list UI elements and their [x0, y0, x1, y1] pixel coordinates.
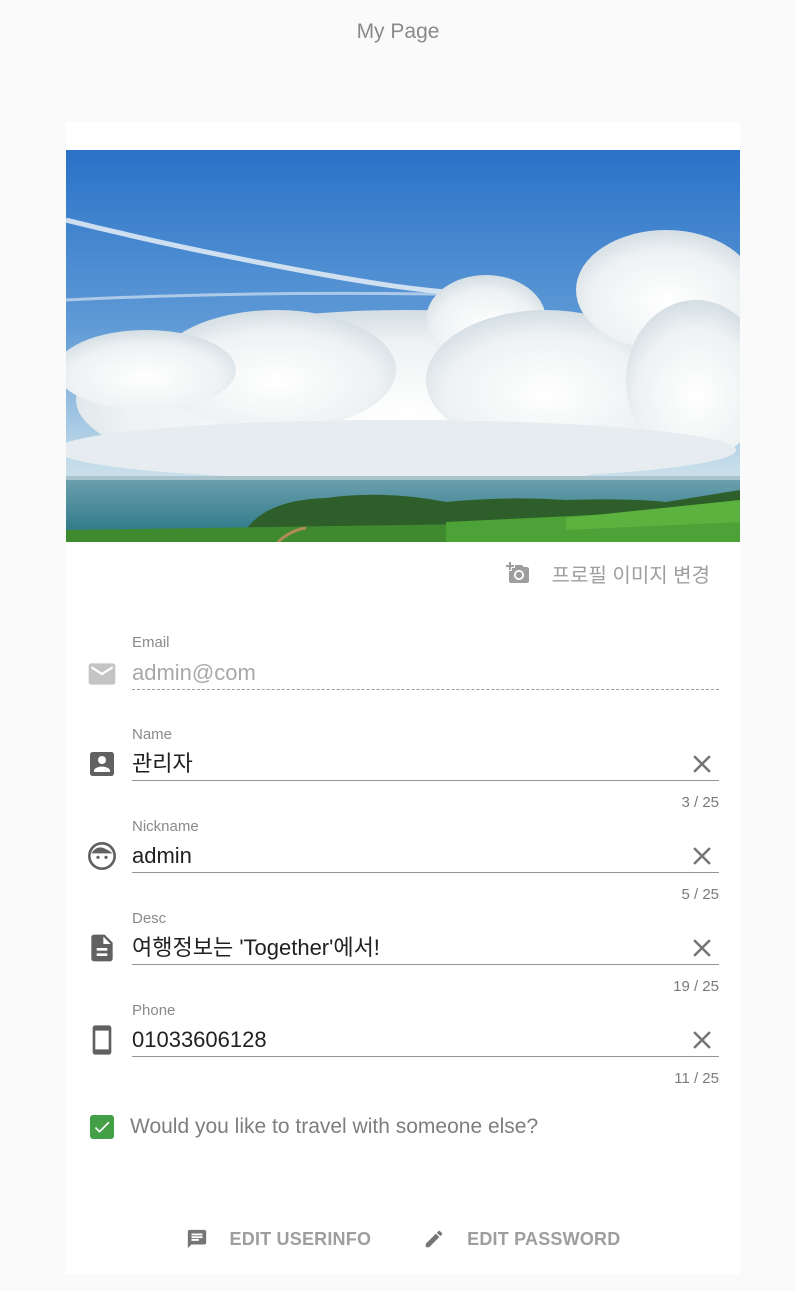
- action-bar: EDIT USERINFO EDIT PASSWORD: [66, 1222, 740, 1256]
- edit-password-label: EDIT PASSWORD: [467, 1228, 621, 1249]
- nickname-field-group: Nickname admin 5 / 25: [86, 818, 719, 908]
- edit-userinfo-button[interactable]: EDIT USERINFO: [180, 1222, 378, 1256]
- change-profile-image-button[interactable]: 프로필 이미지 변경: [505, 558, 710, 588]
- phone-counter: 11 / 25: [674, 1070, 719, 1087]
- name-label: Name: [132, 726, 173, 743]
- document-icon: [91, 934, 113, 962]
- name-clear-icon[interactable]: [687, 749, 717, 779]
- page-title: My Page: [356, 20, 440, 43]
- profile-card: 프로필 이미지 변경 Email admin@com Name 관리자 3 / …: [66, 122, 740, 1274]
- travel-companion-checkbox[interactable]: [90, 1115, 114, 1139]
- phone-input[interactable]: 01033606128: [132, 1023, 719, 1057]
- pencil-icon: [425, 1230, 443, 1248]
- nickname-input[interactable]: admin: [132, 839, 719, 873]
- desc-field-group: Desc 여행정보는 'Together'에서! 19 / 25: [86, 910, 719, 1000]
- nickname-counter: 5 / 25: [681, 886, 719, 903]
- desc-label: Desc: [132, 910, 167, 927]
- desc-counter: 19 / 25: [673, 978, 719, 995]
- phone-field-group: Phone 01033606128 11 / 25: [86, 1002, 719, 1092]
- desc-input[interactable]: 여행정보는 'Together'에서!: [132, 931, 719, 965]
- nickname-label: Nickname: [132, 818, 199, 835]
- phone-clear-icon[interactable]: [687, 1025, 717, 1055]
- edit-password-button[interactable]: EDIT PASSWORD: [417, 1222, 626, 1256]
- profile-cover-image: [66, 150, 740, 542]
- phone-label: Phone: [132, 1002, 176, 1019]
- change-profile-image-label: 프로필 이미지 변경: [551, 564, 710, 587]
- message-icon: [187, 1229, 206, 1249]
- account-box-icon: [90, 752, 114, 776]
- mail-icon: [88, 663, 116, 685]
- name-input[interactable]: 관리자: [132, 747, 719, 781]
- email-field: admin@com: [132, 656, 719, 690]
- check-icon: [94, 1121, 110, 1133]
- name-counter: 3 / 25: [681, 794, 719, 811]
- travel-companion-checkbox-row[interactable]: Would you like to travel with someone el…: [90, 1112, 538, 1142]
- edit-userinfo-label: EDIT USERINFO: [229, 1228, 372, 1249]
- name-field-group: Name 관리자 3 / 25: [86, 726, 719, 816]
- nickname-clear-icon[interactable]: [687, 841, 717, 871]
- add-photo-icon: [505, 562, 529, 583]
- email-label: Email: [132, 634, 170, 651]
- travel-companion-label: Would you like to travel with someone el…: [130, 1115, 539, 1138]
- email-field-group: Email admin@com: [86, 634, 719, 698]
- desc-clear-icon[interactable]: [687, 933, 717, 963]
- face-icon: [88, 842, 116, 870]
- phone-icon: [92, 1025, 112, 1055]
